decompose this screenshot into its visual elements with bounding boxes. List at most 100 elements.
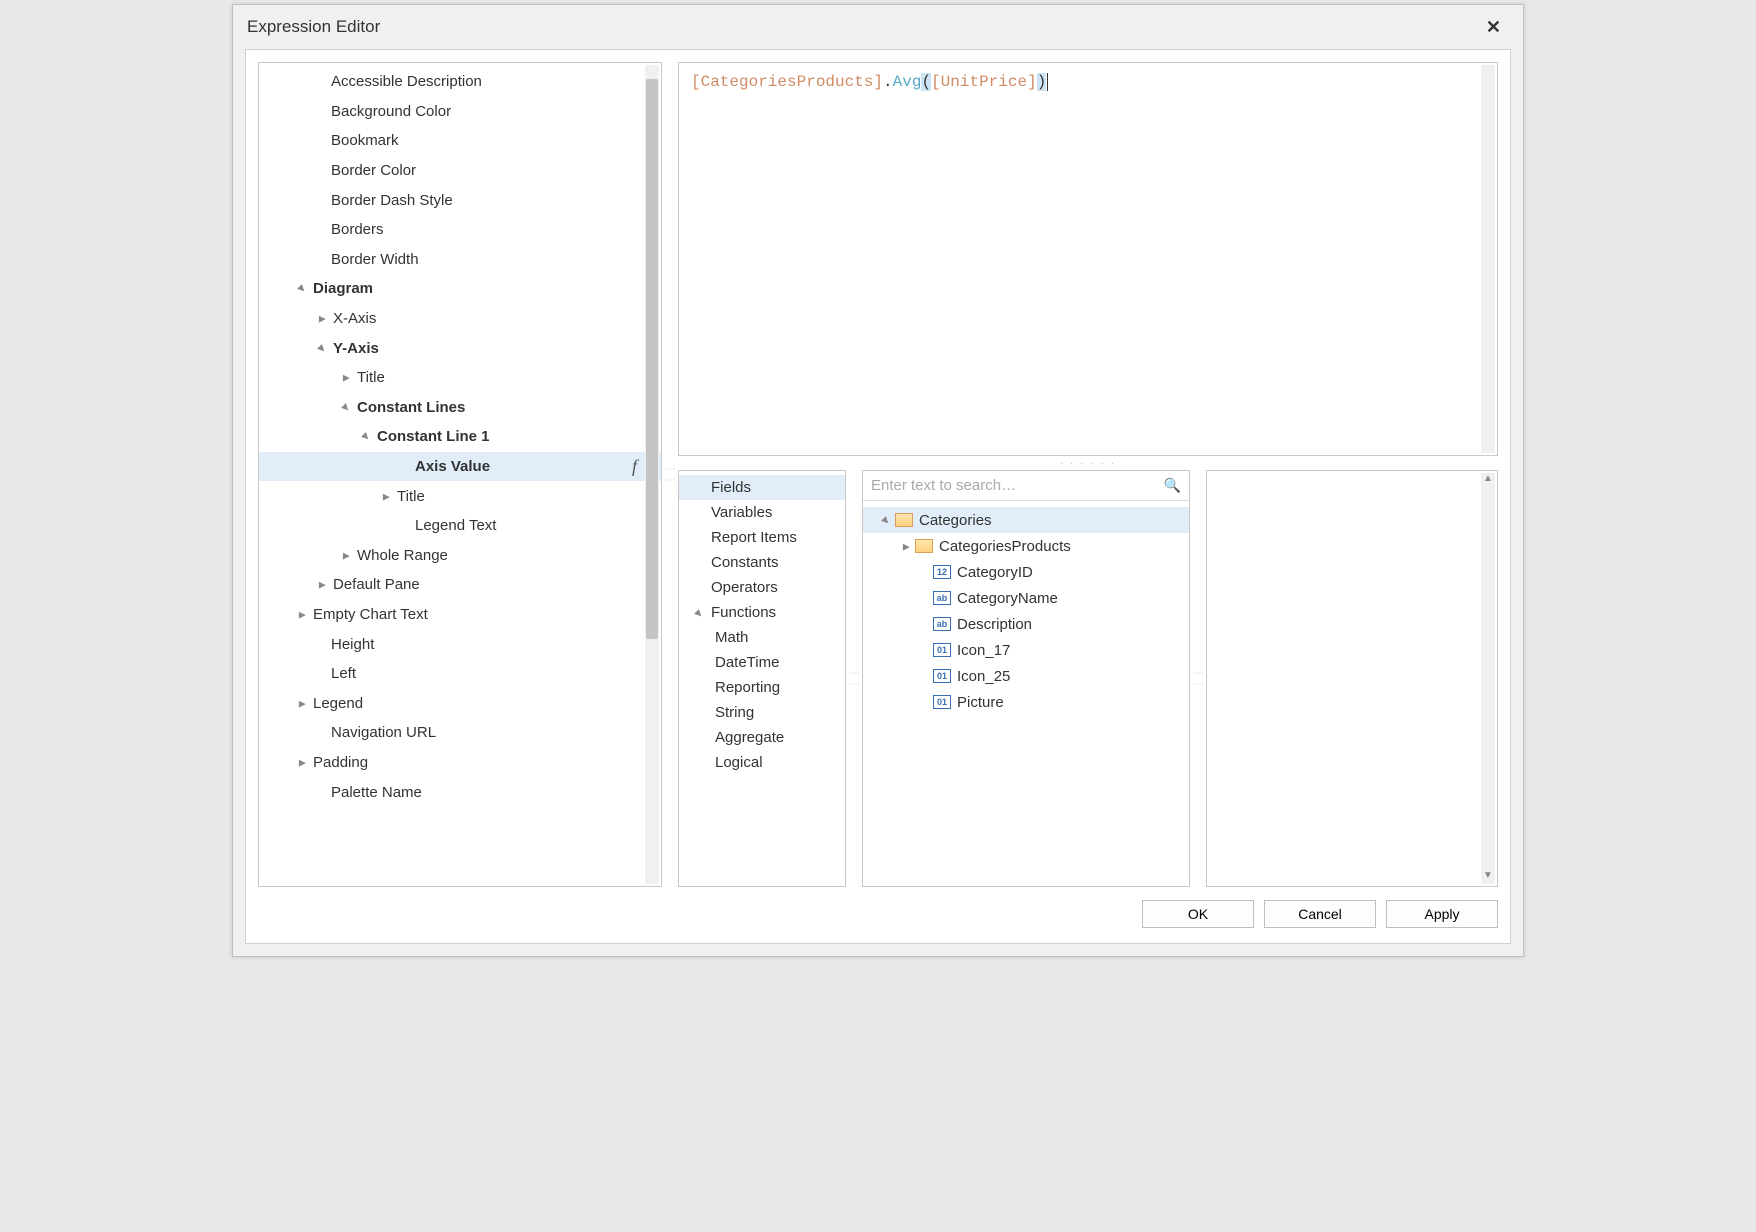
caret-closed-icon[interactable] bbox=[899, 540, 913, 553]
tree-node[interactable]: Empty Chart Text bbox=[259, 600, 661, 630]
field-label: Description bbox=[957, 616, 1032, 633]
caret-closed-icon[interactable] bbox=[315, 312, 329, 325]
caret-open-icon[interactable] bbox=[339, 401, 353, 414]
expression-editor-text[interactable]: [CategoriesProducts].Avg([UnitPrice]) bbox=[678, 62, 1498, 456]
tree-node[interactable]: Axis Valuef bbox=[259, 452, 661, 482]
tree-node[interactable]: Constant Line 1 bbox=[259, 422, 661, 452]
caret-open-icon[interactable] bbox=[695, 607, 709, 620]
tree-node-label: Default Pane bbox=[333, 576, 420, 593]
caret-open-icon[interactable] bbox=[295, 282, 309, 295]
category-label: Reporting bbox=[715, 679, 780, 696]
tree-node[interactable]: Border Width bbox=[259, 245, 661, 275]
tree-node[interactable]: Constant Lines bbox=[259, 393, 661, 423]
category-item[interactable]: Variables bbox=[679, 500, 845, 525]
search-input[interactable] bbox=[871, 477, 1164, 494]
caret-open-icon[interactable] bbox=[879, 514, 893, 527]
field-label: Icon_25 bbox=[957, 668, 1010, 685]
caret-closed-icon[interactable] bbox=[295, 697, 309, 710]
tree-node[interactable]: X-Axis bbox=[259, 304, 661, 334]
caret-closed-icon[interactable] bbox=[295, 756, 309, 769]
dialog-footer: OK Cancel Apply bbox=[258, 887, 1498, 931]
tree-node[interactable]: Borders bbox=[259, 215, 661, 245]
field-node[interactable]: 01Icon_25 bbox=[863, 663, 1189, 689]
tree-node[interactable]: Bookmark bbox=[259, 126, 661, 156]
tree-node[interactable]: Left bbox=[259, 659, 661, 689]
property-tree[interactable]: Accessible DescriptionBackground Color Bo… bbox=[259, 63, 661, 886]
editor-scrollbar[interactable] bbox=[1481, 65, 1495, 453]
field-node[interactable]: CategoriesProducts bbox=[863, 533, 1189, 559]
category-item[interactable]: Report Items bbox=[679, 525, 845, 550]
text-field-icon: ab bbox=[933, 591, 951, 605]
vertical-splitter-right[interactable]: ⋮⋮ bbox=[1190, 470, 1206, 887]
tree-node-label: Legend bbox=[313, 695, 363, 712]
tree-node[interactable]: Legend Text bbox=[259, 511, 661, 541]
caret-closed-icon[interactable] bbox=[315, 578, 329, 591]
vertical-splitter-mid[interactable]: ⋮⋮ bbox=[846, 470, 862, 887]
field-node[interactable]: abCategoryName bbox=[863, 585, 1189, 611]
category-list[interactable]: Fields VariablesReport ItemsConstantsOper… bbox=[678, 470, 846, 887]
tree-node[interactable]: Title bbox=[259, 481, 661, 511]
horizontal-splitter[interactable]: · · · · · · bbox=[678, 456, 1498, 470]
category-item[interactable]: Math bbox=[679, 625, 845, 650]
cancel-button[interactable]: Cancel bbox=[1264, 900, 1376, 928]
category-item[interactable]: DateTime bbox=[679, 650, 845, 675]
tree-node[interactable]: Border Dash Style bbox=[259, 185, 661, 215]
category-item[interactable]: Operators bbox=[679, 575, 845, 600]
fields-search: 🔍 bbox=[863, 471, 1189, 501]
search-icon[interactable]: 🔍 bbox=[1164, 477, 1181, 494]
caret-open-icon[interactable] bbox=[359, 430, 373, 443]
caret-closed-icon[interactable] bbox=[295, 608, 309, 621]
category-item[interactable]: Fields bbox=[679, 475, 845, 500]
tree-node[interactable]: Default Pane bbox=[259, 570, 661, 600]
tree-node-label: Bookmark bbox=[331, 132, 399, 149]
scroll-up-arrow-icon[interactable]: ▲ bbox=[1481, 473, 1495, 487]
caret-closed-icon[interactable] bbox=[339, 549, 353, 562]
field-node[interactable]: abDescription bbox=[863, 611, 1189, 637]
tree-node[interactable]: Diagram bbox=[259, 274, 661, 304]
scrollbar-thumb[interactable] bbox=[646, 79, 658, 639]
property-tree-scrollbar[interactable] bbox=[645, 65, 659, 884]
token-close-paren: ) bbox=[1037, 73, 1047, 91]
titlebar: Expression Editor ✕ bbox=[233, 5, 1523, 49]
vertical-splitter-left[interactable]: ⋮⋮ bbox=[662, 62, 678, 887]
category-item[interactable]: Constants bbox=[679, 550, 845, 575]
tree-node[interactable]: Palette Name bbox=[259, 777, 661, 807]
category-label: Fields bbox=[711, 479, 751, 496]
field-node[interactable]: Categories bbox=[863, 507, 1189, 533]
category-item[interactable]: String bbox=[679, 700, 845, 725]
tree-node[interactable]: Height bbox=[259, 629, 661, 659]
caret-closed-icon[interactable] bbox=[339, 371, 353, 384]
tree-node-label: Navigation URL bbox=[331, 724, 436, 741]
category-item[interactable]: Aggregate bbox=[679, 725, 845, 750]
tree-node-label: Padding bbox=[313, 754, 368, 771]
tree-node-label: Legend Text bbox=[415, 517, 496, 534]
tree-node[interactable]: Background Color bbox=[259, 97, 661, 127]
category-item[interactable]: Functions bbox=[679, 600, 845, 625]
token-arg: [UnitPrice] bbox=[931, 73, 1037, 91]
tree-node[interactable]: Legend bbox=[259, 688, 661, 718]
field-node[interactable]: 01Picture bbox=[863, 689, 1189, 715]
apply-button[interactable]: Apply bbox=[1386, 900, 1498, 928]
caret-closed-icon[interactable] bbox=[379, 490, 393, 503]
description-panel: ▲ ▼ bbox=[1206, 470, 1498, 887]
ok-button[interactable]: OK bbox=[1142, 900, 1254, 928]
close-icon[interactable]: ✕ bbox=[1478, 13, 1509, 42]
category-item[interactable]: Reporting bbox=[679, 675, 845, 700]
category-item[interactable]: Logical bbox=[679, 750, 845, 775]
tree-node[interactable]: Whole Range bbox=[259, 541, 661, 571]
scroll-down-arrow-icon[interactable]: ▼ bbox=[1481, 870, 1495, 884]
tree-node[interactable]: Title bbox=[259, 363, 661, 393]
tree-node-label: Title bbox=[357, 369, 385, 386]
tree-node[interactable]: Y-Axis bbox=[259, 333, 661, 363]
tree-node[interactable]: Navigation URL bbox=[259, 718, 661, 748]
tree-node[interactable]: Accessible Description bbox=[259, 67, 661, 97]
tree-node[interactable]: Padding bbox=[259, 748, 661, 778]
caret-open-icon[interactable] bbox=[315, 342, 329, 355]
field-node[interactable]: 12CategoryID bbox=[863, 559, 1189, 585]
tree-node[interactable]: Border Color bbox=[259, 156, 661, 186]
category-label: Aggregate bbox=[715, 729, 784, 746]
description-scrollbar[interactable]: ▲ ▼ bbox=[1481, 473, 1495, 884]
fields-tree[interactable]: CategoriesCategoriesProducts12CategoryID… bbox=[863, 501, 1189, 886]
fx-icon[interactable]: f bbox=[632, 456, 637, 477]
field-node[interactable]: 01Icon_17 bbox=[863, 637, 1189, 663]
